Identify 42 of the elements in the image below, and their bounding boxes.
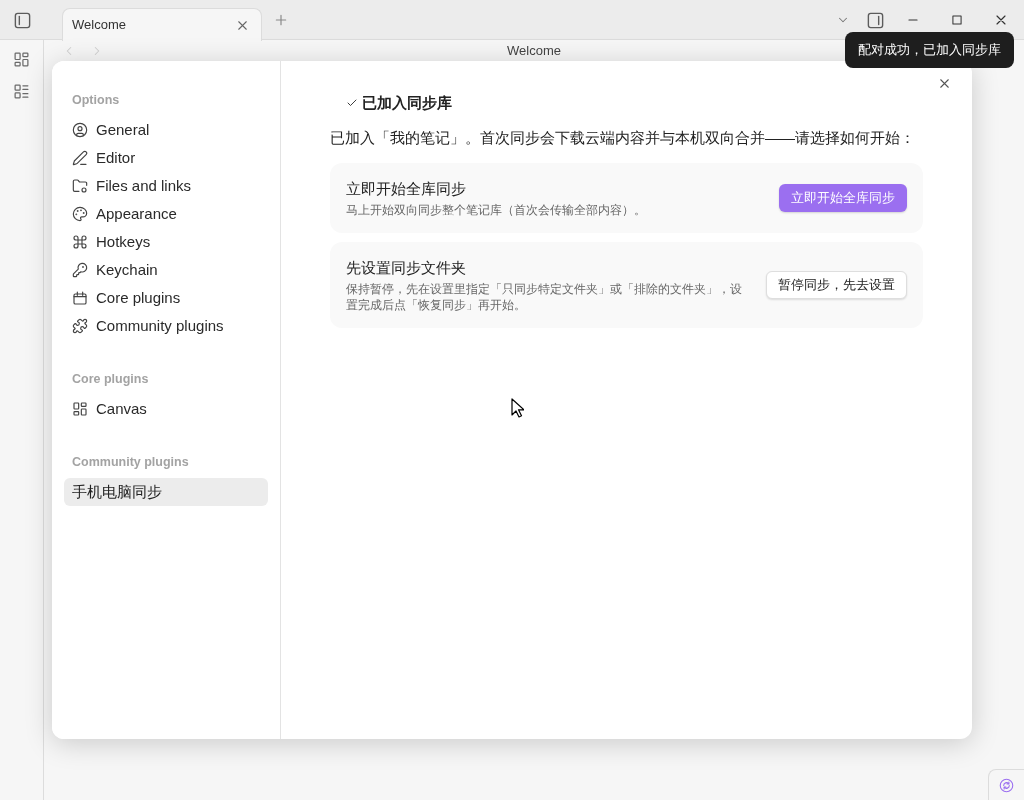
sidebar-item[interactable]: Hotkeys xyxy=(64,228,268,256)
sidebar-toggle-icon xyxy=(865,10,885,30)
sidebar-toggle-icon xyxy=(12,10,32,30)
intro-text: 已加入「我的笔记」。首次同步会下载云端内容并与本机双向合并——请选择如何开始： xyxy=(330,128,916,148)
command-key-icon xyxy=(72,234,88,250)
check-icon xyxy=(346,97,358,109)
option-title: 先设置同步文件夹 xyxy=(346,258,467,278)
key-icon xyxy=(72,262,88,278)
sync-icon[interactable] xyxy=(999,777,1014,793)
maximize-icon xyxy=(950,13,964,27)
sidebar-item[interactable]: Community plugins xyxy=(64,312,268,340)
sidebar-item[interactable]: Core plugins xyxy=(64,284,268,312)
sidebar-item[interactable]: Files and links xyxy=(64,172,268,200)
plus-icon xyxy=(273,12,289,28)
palette-icon xyxy=(72,206,88,222)
sidebar-item[interactable]: Canvas xyxy=(64,395,268,423)
sidebar-item[interactable]: 手机电脑同步 xyxy=(64,478,268,506)
sidebar-item[interactable]: Keychain xyxy=(64,256,268,284)
tooltip: 配对成功，已加入同步库 xyxy=(845,32,1014,68)
option-description: 保持暂停，先在设置里指定「只同步特定文件夹」或「排除的文件夹」，设置完成后点「恢复同步」再开始。 xyxy=(346,281,743,313)
section-heading: Community plugins xyxy=(72,453,189,471)
user-circle-icon xyxy=(72,122,88,138)
tab[interactable]: Welcome xyxy=(62,8,262,41)
grid-icon xyxy=(72,401,88,417)
sidebar-item[interactable]: Appearance xyxy=(64,200,268,228)
folder-icon xyxy=(72,178,88,194)
start-sync-button[interactable]: 立即开始全库同步 xyxy=(779,184,907,212)
grid-icon xyxy=(13,50,30,68)
view-title: Welcome xyxy=(507,43,561,59)
option-title: 立即开始全库同步 xyxy=(346,179,467,199)
mouse-pointer-icon xyxy=(511,398,524,418)
pencil-icon xyxy=(72,150,88,166)
section-heading: Core plugins xyxy=(72,370,149,388)
status-heading: 已加入同步库 xyxy=(362,93,452,113)
sidebar-item[interactable]: Editor xyxy=(64,144,268,172)
list-icon xyxy=(13,82,30,100)
calendar-icon xyxy=(72,290,88,306)
puzzle-icon xyxy=(72,318,88,334)
option-description: 马上开始双向同步整个笔记库（首次会传输全部内容）。 xyxy=(346,202,647,218)
sidebar-item[interactable]: General xyxy=(64,116,268,144)
pause-sync-button[interactable]: 暂停同步，先去设置 xyxy=(766,271,907,299)
section-heading: Options xyxy=(72,91,120,109)
